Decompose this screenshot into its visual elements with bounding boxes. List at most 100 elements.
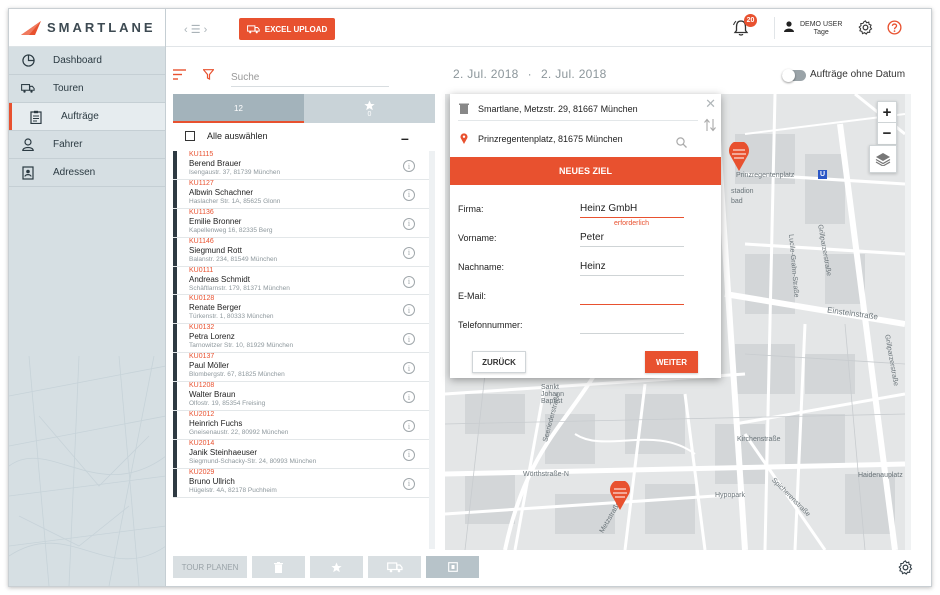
list-item[interactable]: KU1115 Berend Brauer Isengaustr. 37, 81739… bbox=[173, 151, 429, 180]
star-icon bbox=[364, 99, 375, 110]
customer-name: Renate Berger bbox=[189, 303, 242, 313]
search-icon[interactable] bbox=[676, 137, 687, 148]
menu-toggle[interactable]: ‹ ☰ › bbox=[184, 23, 207, 36]
next-button[interactable]: WEITER bbox=[645, 351, 698, 373]
customer-address: Tarnowitzer Str. 10, 81929 München bbox=[189, 342, 294, 350]
zoom-in-button[interactable]: + bbox=[878, 102, 896, 123]
telefon-row: Telefonnummer: bbox=[458, 316, 713, 336]
edit-box-icon bbox=[447, 562, 458, 572]
vorname-row: Vorname: bbox=[458, 229, 713, 249]
edit-button[interactable] bbox=[426, 556, 479, 578]
sidebar-item-adressen[interactable]: Adressen bbox=[9, 159, 165, 187]
customer-name: Heinrich Fuchs bbox=[189, 419, 243, 429]
map-scrollbar[interactable] bbox=[905, 94, 911, 550]
customer-name: Albwin Schachner bbox=[189, 187, 254, 197]
toggle-label: Aufträge ohne Datum bbox=[810, 69, 906, 80]
firma-field[interactable] bbox=[580, 200, 684, 218]
search-input[interactable] bbox=[231, 72, 389, 87]
map-pin-destination[interactable] bbox=[728, 142, 750, 172]
info-icon[interactable]: i bbox=[403, 160, 415, 172]
info-icon[interactable]: i bbox=[403, 275, 415, 288]
user-role: Tage bbox=[813, 29, 829, 36]
email-field[interactable] bbox=[580, 287, 684, 305]
map-label: Kirchenstraße bbox=[737, 436, 781, 443]
smartlane-logo-icon bbox=[21, 20, 41, 35]
customer-address: Kapellenweg 16, 82335 Berg bbox=[189, 226, 273, 234]
list-item[interactable]: KU1208 Walter Braun Olfostr. 19, 85354 Fre… bbox=[173, 382, 429, 412]
date-to[interactable]: 2. Jul. 2018 bbox=[541, 67, 607, 81]
info-icon[interactable]: i bbox=[403, 448, 415, 461]
info-icon[interactable]: i bbox=[403, 420, 415, 433]
tab-starred[interactable]: 0 bbox=[304, 94, 435, 123]
list-item[interactable]: KU2029 Bruno Ullrich Hügelstr. 4A, 82178 P… bbox=[173, 469, 429, 498]
route-destination: Prinzregentenplatz, 81675 München bbox=[458, 133, 698, 144]
customer-name: Walter Braun bbox=[189, 390, 236, 400]
next-label: WEITER bbox=[655, 357, 688, 367]
sidebar-item-dashboard[interactable]: Dashboard bbox=[9, 47, 165, 75]
nachname-label: Nachname: bbox=[458, 262, 505, 272]
list-scrollbar[interactable] bbox=[429, 151, 435, 549]
customer-name: Bruno Ullrich bbox=[189, 476, 235, 486]
orders-without-date-toggle[interactable] bbox=[782, 69, 806, 82]
close-icon[interactable]: ✕ bbox=[705, 96, 716, 112]
back-button[interactable]: ZURÜCK bbox=[472, 351, 526, 373]
tab-all-orders[interactable]: 12 bbox=[173, 94, 304, 123]
truck-icon bbox=[386, 561, 403, 572]
filter-icon[interactable] bbox=[203, 69, 214, 80]
list-item[interactable]: KU1136 Emilie Bronner Kapellenweg 16, 8233… bbox=[173, 209, 429, 238]
route-origin: Smartlane, Metzstr. 29, 81667 München bbox=[458, 103, 698, 121]
info-icon[interactable]: i bbox=[403, 217, 415, 230]
zoom-out-button[interactable]: − bbox=[878, 123, 896, 144]
collapse-button[interactable]: – bbox=[401, 130, 409, 146]
customer-address: Hügelstr. 4A, 82178 Puchheim bbox=[189, 486, 277, 494]
email-label: E-Mail: bbox=[458, 291, 487, 301]
info-icon[interactable]: i bbox=[403, 246, 415, 259]
list-item[interactable]: KU0128 Renate Berger Türkenstr. 1, 80333 M… bbox=[173, 295, 429, 325]
info-icon[interactable]: i bbox=[403, 477, 415, 490]
customer-address: Haslacher Str. 1A, 85625 Glonn bbox=[189, 197, 281, 205]
customer-address: Blombergstr. 67, 81825 München bbox=[189, 371, 285, 379]
swap-icon[interactable] bbox=[704, 118, 716, 132]
order-code: KU1208 bbox=[189, 382, 215, 390]
sidebar-item-label: Aufträge bbox=[61, 111, 99, 122]
settings-gear-icon[interactable] bbox=[898, 560, 913, 575]
excel-upload-button[interactable]: EXCEL UPLOAD bbox=[239, 18, 335, 40]
user-menu[interactable]: DEMO USER Tage bbox=[784, 21, 842, 37]
sidebar-item-fahrer[interactable]: Fahrer bbox=[9, 131, 165, 159]
list-tabs: 12 0 bbox=[173, 94, 435, 123]
plan-tour-button[interactable]: TOUR PLANEN bbox=[173, 556, 247, 578]
star-button[interactable] bbox=[310, 556, 363, 578]
sidebar-item-touren[interactable]: Touren bbox=[9, 75, 165, 103]
date-range[interactable]: 2. Jul. 2018 · 2. Jul. 2018 bbox=[453, 67, 607, 81]
customer-name: Paul Möller bbox=[189, 361, 230, 371]
plan-tour-label: TOUR PLANEN bbox=[181, 562, 239, 572]
address-book-icon bbox=[21, 165, 35, 180]
map-label: stadion bbox=[731, 188, 754, 195]
vorname-field[interactable] bbox=[580, 229, 684, 247]
date-from[interactable]: 2. Jul. 2018 bbox=[453, 67, 519, 81]
gear-icon[interactable] bbox=[858, 20, 873, 35]
info-icon[interactable]: i bbox=[403, 188, 415, 201]
list-item[interactable]: KU0132 Petra Lorenz Tarnowitzer Str. 10, 8… bbox=[173, 324, 429, 354]
list-item[interactable]: KU2012 Heinrich Fuchs Gneisenaustr. 22, 80… bbox=[173, 411, 429, 440]
select-all[interactable]: Alle auswählen bbox=[185, 131, 268, 141]
select-all-checkbox[interactable] bbox=[185, 131, 195, 141]
notifications-button[interactable]: 20 bbox=[732, 14, 757, 39]
list-item[interactable]: KU2014 Janik Steinhaeuser Siegmund-Schacky… bbox=[173, 440, 429, 469]
sort-icon[interactable] bbox=[173, 69, 186, 80]
nachname-field[interactable] bbox=[580, 258, 684, 276]
map-pin-origin[interactable] bbox=[609, 481, 631, 511]
list-item[interactable]: KU0137 Paul Möller Blombergstr. 67, 81825 … bbox=[173, 353, 429, 383]
firma-row: Firma: erforderlich bbox=[458, 200, 713, 227]
list-item[interactable]: KU1146 Siegmund Rott Balanstr. 234, 81549 … bbox=[173, 238, 429, 267]
telefon-field[interactable] bbox=[580, 316, 684, 334]
list-item[interactable]: KU1127 Albwin Schachner Haslacher Str. 1A,… bbox=[173, 180, 429, 209]
list-item[interactable]: KU0111 Andreas Schmidt Schäftlarnstr. 179,… bbox=[173, 267, 429, 296]
sidebar-item-auftraege[interactable]: Aufträge bbox=[9, 103, 165, 131]
sidebar-item-label: Dashboard bbox=[53, 55, 102, 66]
help-icon[interactable] bbox=[887, 20, 902, 35]
layers-button[interactable] bbox=[869, 145, 897, 173]
delete-button[interactable] bbox=[252, 556, 305, 578]
assign-truck-button[interactable] bbox=[368, 556, 421, 578]
logo[interactable]: SMARTLANE bbox=[9, 9, 165, 47]
